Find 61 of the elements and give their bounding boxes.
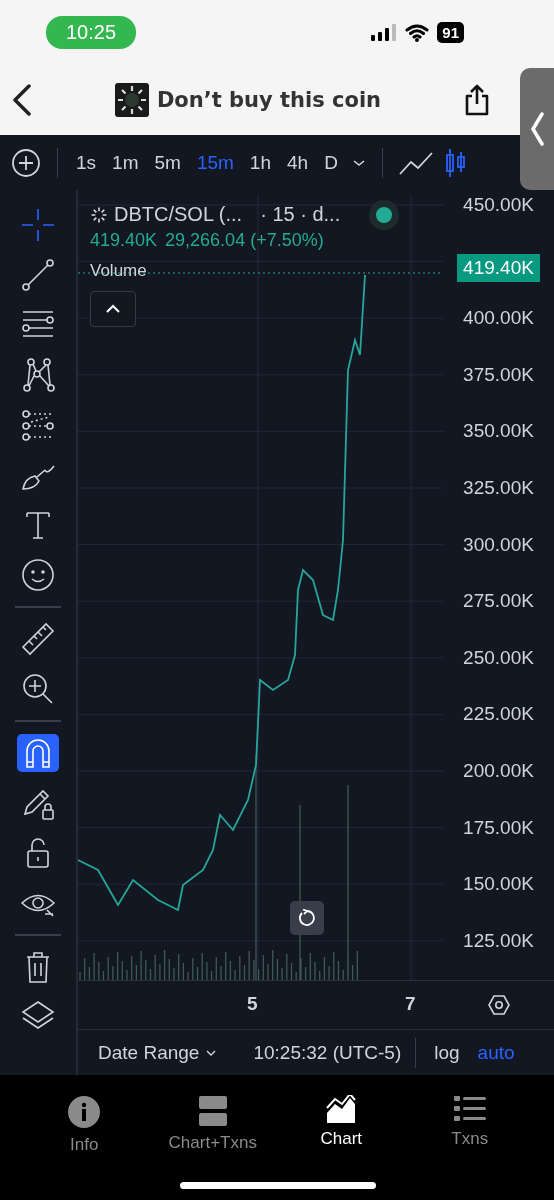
price-axis-label: 275.00K <box>463 589 534 614</box>
price-value: 419.40K <box>90 230 158 251</box>
bottom-tab[interactable]: Txns <box>405 1075 534 1176</box>
battery-indicator: 91 <box>437 22 464 43</box>
collapse-button[interactable] <box>90 291 136 327</box>
timeframe-tab[interactable]: 15m <box>194 151 236 174</box>
scale-toggle[interactable]: log <box>430 1041 464 1064</box>
price-axis-label: 375.00K <box>463 362 534 387</box>
time-axis-label: 7 <box>405 993 416 1015</box>
settings-icon[interactable] <box>488 994 510 1016</box>
status-time: 10:25 <box>46 16 137 49</box>
timeframe-tab[interactable]: 1s <box>74 151 99 174</box>
bottom-tab[interactable]: Chart <box>277 1075 406 1176</box>
timeframe-tab[interactable]: 1m <box>110 151 141 174</box>
price-axis-label: 450.00K <box>463 195 534 217</box>
price-axis-label: 175.00K <box>463 815 534 840</box>
add-icon[interactable] <box>11 147 41 178</box>
price-axis-label: 225.00K <box>463 702 534 727</box>
bottom-tab[interactable]: Chart+Txns <box>148 1075 277 1176</box>
reset-button[interactable] <box>290 901 324 935</box>
list-icon <box>453 1095 486 1123</box>
drawer-handle[interactable] <box>520 68 554 190</box>
signal-icon <box>371 24 398 41</box>
symbol-label: DBTC/SOL (... <box>114 203 243 226</box>
area-chart-icon <box>326 1095 357 1123</box>
wifi-icon <box>405 23 430 42</box>
timezone-clock: 10:25:32 (UTC-5) <box>253 1041 402 1064</box>
timeframe-tab[interactable]: 5m <box>152 151 183 174</box>
scale-toggle[interactable]: auto <box>473 1041 519 1064</box>
price-axis-label: 150.00K <box>463 872 534 897</box>
info-icon <box>67 1095 102 1129</box>
price-change: 29,266.04 (+7.50%) <box>165 230 324 251</box>
price-tag: 419.40K <box>457 253 540 282</box>
coin-logo-icon <box>114 83 149 117</box>
chevron-left-icon <box>530 112 544 146</box>
interval-label: · 15 · d... <box>260 203 341 226</box>
reset-icon <box>298 909 316 927</box>
chevron-down-icon[interactable] <box>351 157 366 168</box>
timeframe-tab[interactable]: 4h <box>285 151 311 174</box>
chevron-down-icon <box>205 1048 218 1057</box>
timeframe-tab[interactable]: 1h <box>247 151 273 174</box>
page-title: Don’t buy this coin <box>156 88 382 112</box>
price-axis-label: 250.00K <box>463 645 534 670</box>
split-view-icon <box>197 1095 228 1127</box>
timeframe-tab[interactable]: D <box>322 151 340 174</box>
price-axis-label: 300.00K <box>463 532 534 557</box>
price-axis-label: 125.00K <box>463 928 534 953</box>
date-range-dropdown[interactable]: Date Range <box>98 1041 218 1064</box>
magnet-tool-icon[interactable] <box>17 734 59 772</box>
candlestick-icon[interactable] <box>444 147 467 178</box>
price-axis-label: 400.00K <box>463 306 534 331</box>
price-axis-label: 200.00K <box>463 758 534 783</box>
bottom-tab[interactable]: Info <box>20 1075 149 1176</box>
time-axis-label: 5 <box>247 993 258 1015</box>
share-icon[interactable] <box>464 84 490 116</box>
volume-label: Volume <box>90 261 147 281</box>
back-icon[interactable] <box>12 84 32 116</box>
price-axis-label: 350.00K <box>463 419 534 444</box>
coin-logo-icon <box>90 205 108 224</box>
chevron-up-icon <box>105 304 121 314</box>
price-axis-label: 325.00K <box>463 475 534 500</box>
